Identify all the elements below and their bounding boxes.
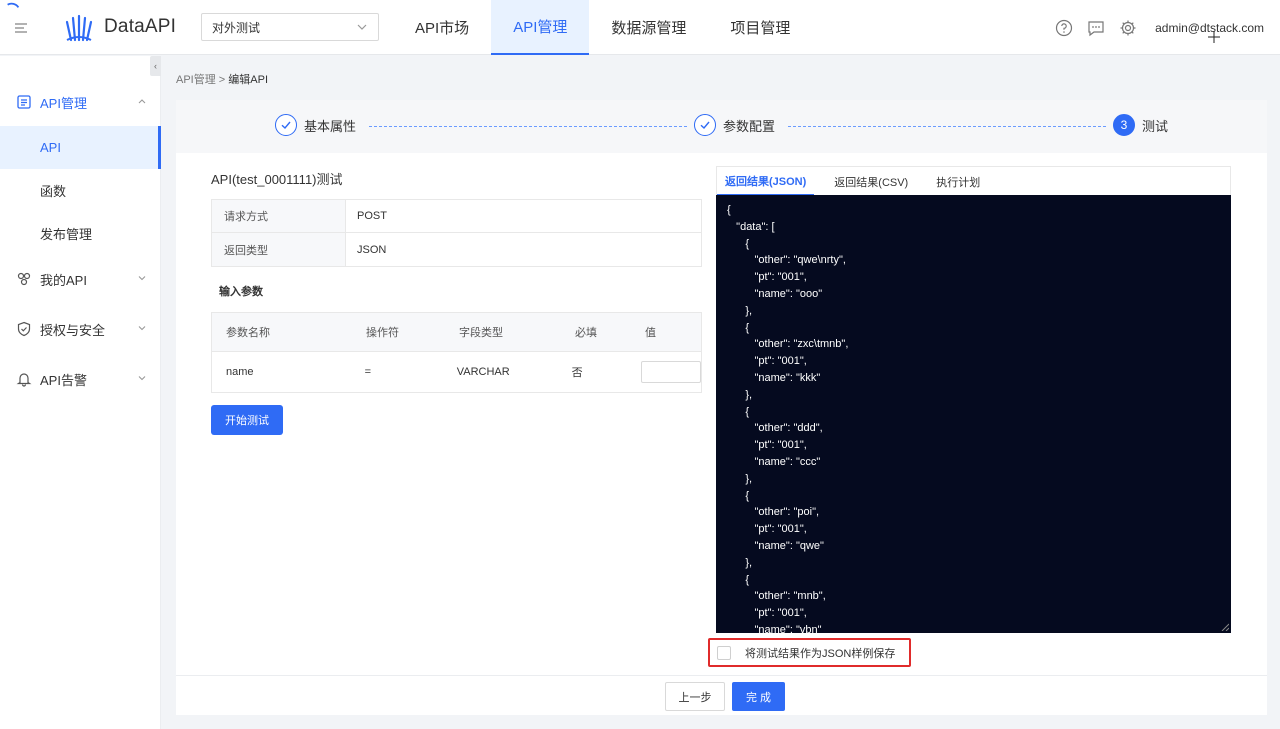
step-connector: [788, 126, 1106, 127]
sidebar-item-api[interactable]: API: [0, 126, 161, 169]
api-test-title: API(test_0001111)测试: [211, 172, 343, 187]
step-label: 测试: [1142, 118, 1169, 134]
help-icon[interactable]: [1055, 19, 1073, 37]
sidebar-group-my-api[interactable]: 我的API: [0, 257, 161, 301]
header-actions: admin@dtstack.com: [1055, 0, 1280, 55]
table-row: 请求方式 POST: [212, 200, 701, 233]
column-header: 参数名称: [226, 327, 270, 339]
json-result-viewer[interactable]: { "data": [ { "other": "qwe\nrty", "pt":…: [716, 195, 1231, 633]
nav-project-management[interactable]: 项目管理: [708, 0, 812, 55]
sidebar-group-label: API管理: [40, 95, 87, 111]
input-params-table: 参数名称 操作符 字段类型 必填 值 name = VARCHAR 否: [211, 312, 702, 393]
sidebar-group-label: API告警: [40, 372, 87, 388]
breadcrumb-separator: >: [218, 74, 226, 86]
main-nav: API市场 API管理 数据源管理 项目管理: [393, 0, 812, 55]
shield-icon: [17, 321, 31, 337]
edit-api-panel: 基本属性 参数配置 3 测试 API(test_0001111)测试 请求方式 …: [176, 100, 1267, 715]
column-header: 值: [645, 327, 656, 339]
param-required: 否: [571, 367, 583, 379]
tab-result-csv[interactable]: 返回结果(CSV): [826, 167, 916, 196]
steps-bar: 基本属性 参数配置 3 测试: [176, 100, 1267, 153]
chevron-down-icon: [138, 326, 146, 331]
start-test-button[interactable]: 开始测试: [211, 405, 283, 435]
param-value-input[interactable]: [641, 361, 701, 383]
tab-execution-plan[interactable]: 执行计划: [928, 167, 988, 196]
dataapi-logo-icon: [65, 14, 93, 42]
api-list-icon: [17, 95, 31, 109]
step-param-config: 参数配置: [694, 114, 775, 136]
json-result-text: { "data": [ { "other": "qwe\nrty", "pt":…: [727, 204, 849, 633]
step-connector: [369, 126, 687, 127]
chevron-down-icon: [357, 24, 367, 30]
top-navbar: DataAPI 对外测试 API市场 API管理 数据源管理 项目管理 admi…: [0, 0, 1280, 55]
chevron-up-icon: [138, 99, 146, 104]
save-json-sample-checkbox[interactable]: 将测试结果作为JSON样例保存: [708, 638, 911, 667]
table-header: 参数名称 操作符 字段类型 必填 值: [212, 313, 701, 352]
step-label: 基本属性: [304, 118, 357, 134]
info-label: 请求方式: [212, 200, 346, 232]
gear-icon[interactable]: [1119, 19, 1137, 37]
chevron-down-icon: [138, 276, 146, 281]
nav-datasource-management[interactable]: 数据源管理: [589, 0, 708, 55]
project-select[interactable]: 对外测试: [201, 13, 379, 41]
sidebar-item-functions[interactable]: 函数: [0, 169, 161, 212]
param-type: VARCHAR: [456, 366, 510, 378]
cursor-crosshair-icon: [1208, 31, 1220, 43]
step-done-circle: [275, 114, 297, 136]
step-done-circle: [694, 114, 716, 136]
request-info-table: 请求方式 POST 返回类型 JSON: [211, 199, 702, 267]
param-value-cell: [627, 352, 701, 392]
nav-api-management[interactable]: API管理: [491, 0, 590, 55]
input-params-title: 输入参数: [219, 286, 263, 298]
sidebar-group-api-alerts[interactable]: API告警: [0, 357, 161, 401]
resize-handle-icon[interactable]: [1221, 623, 1229, 631]
sidebar-group-api-management[interactable]: API管理: [0, 80, 161, 124]
prev-step-button[interactable]: 上一步: [665, 682, 725, 711]
check-icon: [700, 121, 710, 130]
param-name: name: [226, 366, 254, 378]
check-icon: [281, 121, 291, 130]
param-operator: =: [364, 366, 372, 378]
message-icon[interactable]: [1087, 19, 1105, 37]
finish-button[interactable]: 完 成: [732, 682, 785, 711]
tab-result-json[interactable]: 返回结果(JSON): [717, 167, 815, 196]
table-row: 返回类型 JSON: [212, 233, 701, 266]
my-api-icon: [17, 272, 31, 286]
sidebar-group-auth-security[interactable]: 授权与安全: [0, 307, 161, 351]
sidebar-group-label: 授权与安全: [40, 322, 106, 338]
sidebar-group-label: 我的API: [40, 272, 87, 288]
column-header: 必填: [575, 327, 597, 339]
save-json-sample-label: 将测试结果作为JSON样例保存: [745, 647, 896, 660]
step-label: 参数配置: [723, 118, 776, 134]
step-test: 3 测试: [1113, 114, 1168, 136]
info-value: POST: [357, 210, 387, 222]
info-value: JSON: [357, 243, 387, 256]
step-number-circle: 3: [1113, 114, 1135, 136]
breadcrumb: API管理 > 编辑API: [176, 71, 268, 87]
logo-text: DataAPI: [104, 16, 177, 37]
footer-actions: 上一步 完 成: [176, 675, 1267, 715]
table-row: name = VARCHAR 否: [212, 352, 701, 392]
menu-toggle-button[interactable]: [0, 0, 44, 55]
column-header: 操作符: [366, 327, 399, 339]
nav-api-market[interactable]: API市场: [393, 0, 491, 55]
result-tabs: 返回结果(JSON) 返回结果(CSV) 执行计划: [716, 166, 1231, 196]
sidebar-item-publish[interactable]: 发布管理: [0, 212, 161, 255]
column-header: 字段类型: [459, 327, 503, 339]
bell-icon: [16, 373, 32, 387]
chevron-down-icon: [138, 376, 146, 381]
checkbox-box[interactable]: [717, 645, 731, 660]
sidebar: API管理 API 函数 发布管理 我的API 授权与安全 API告警: [0, 56, 161, 729]
sidebar-collapse-button[interactable]: ‹: [150, 56, 161, 76]
menu-lines-icon: [15, 22, 27, 33]
breadcrumb-parent[interactable]: API管理: [176, 74, 216, 86]
step-basic-properties: 基本属性: [275, 114, 356, 136]
info-label: 返回类型: [212, 233, 346, 266]
breadcrumb-current: 编辑API: [228, 74, 269, 86]
project-select-value: 对外测试: [212, 20, 261, 35]
logo[interactable]: DataAPI: [62, 10, 176, 44]
